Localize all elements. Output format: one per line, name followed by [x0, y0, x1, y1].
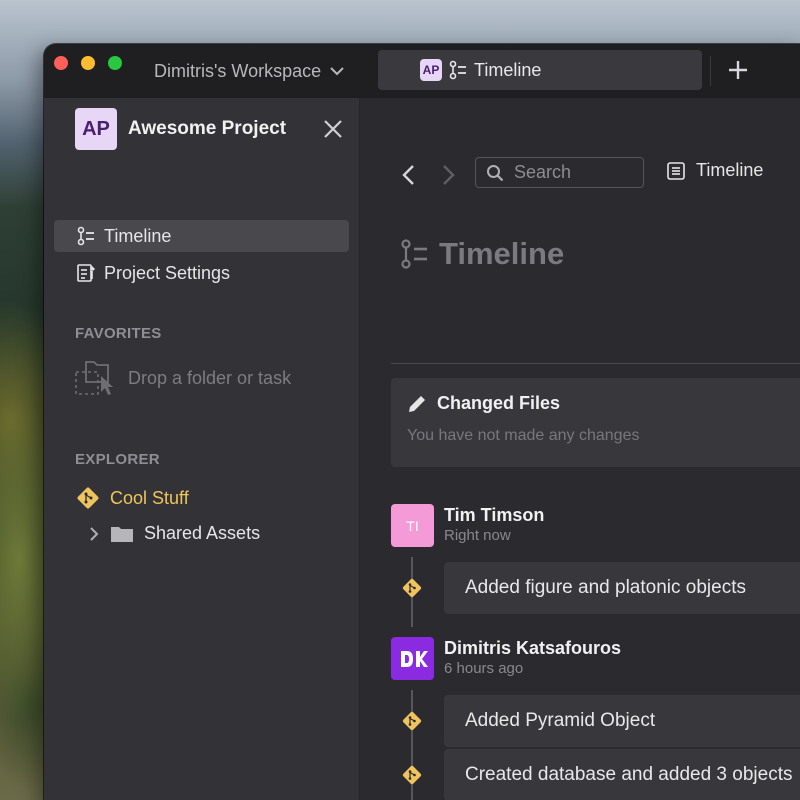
- document-icon: [667, 161, 685, 180]
- commit-diamond-icon: [402, 578, 422, 598]
- search-input[interactable]: Search: [475, 157, 644, 188]
- breadcrumb[interactable]: Timeline: [666, 160, 763, 181]
- branch-diamond-icon: [77, 487, 99, 509]
- commit-item[interactable]: Added Pyramid Object: [444, 695, 800, 747]
- close-window-button[interactable]: [54, 56, 68, 70]
- page-title: Timeline: [399, 236, 564, 272]
- folder-icon: [111, 526, 133, 542]
- sidebar-item-project-settings[interactable]: Project Settings: [54, 257, 349, 289]
- commit-message: Created database and added 3 objects: [465, 764, 793, 785]
- commit-diamond-icon: [402, 765, 422, 785]
- app-window: Dimitris's Workspace AP Timeline AP Awes…: [44, 44, 800, 800]
- explorer-item-label: Cool Stuff: [110, 487, 189, 508]
- commit-diamond-icon: [402, 711, 422, 731]
- forward-arrow-icon[interactable]: [438, 164, 458, 186]
- changed-files-card: Changed Files You have not made any chan…: [391, 378, 800, 467]
- settings-doc-icon: [77, 264, 95, 282]
- divider: [391, 363, 800, 364]
- avatar[interactable]: TI: [391, 504, 434, 547]
- commit-message: Added figure and platonic objects: [465, 577, 746, 598]
- tab-divider: [710, 56, 711, 86]
- explorer-item-label: Shared Assets: [144, 523, 261, 543]
- changed-files-title: Changed Files: [437, 393, 561, 413]
- tab-timeline[interactable]: AP Timeline: [378, 50, 702, 90]
- explorer-item-shared-assets[interactable]: Shared Assets: [88, 523, 260, 544]
- avatar-initials: TI: [406, 517, 419, 534]
- new-tab-plus-icon[interactable]: [726, 58, 750, 82]
- avatar[interactable]: DK: [391, 637, 434, 680]
- drop-hint-text: Drop a folder or task: [128, 367, 292, 388]
- drop-folder-icon: [75, 361, 113, 395]
- commit-item[interactable]: Added figure and platonic objects: [444, 562, 800, 614]
- maximize-window-button[interactable]: [108, 56, 122, 70]
- sidebar-item-label: Project Settings: [104, 262, 231, 283]
- back-arrow-icon[interactable]: [399, 164, 419, 186]
- project-badge-icon: AP: [420, 59, 442, 81]
- author-name: Tim Timson: [444, 505, 545, 525]
- workspace-name: Dimitris's Workspace: [154, 60, 322, 81]
- project-name: Awesome Project: [128, 118, 287, 139]
- minimize-window-button[interactable]: [81, 56, 95, 70]
- chevron-down-icon: [330, 67, 344, 76]
- sidebar-item-timeline[interactable]: Timeline: [54, 220, 349, 252]
- main-panel: Search Timeline Timeline Changed Files Y…: [361, 98, 800, 800]
- search-placeholder: Search: [514, 162, 572, 182]
- breadcrumb-label: Timeline: [696, 160, 764, 180]
- timestamp: 6 hours ago: [444, 660, 524, 677]
- dk-logo-icon: [400, 650, 428, 667]
- favorites-heading: FAVORITES: [75, 325, 162, 342]
- timeline-icon: [401, 239, 427, 269]
- explorer-item-cool-stuff[interactable]: Cool Stuff: [76, 486, 189, 510]
- workspace-switcher[interactable]: Dimitris's Workspace: [154, 59, 345, 83]
- tab-label: Timeline: [474, 59, 542, 80]
- explorer-heading: EXPLORER: [75, 451, 160, 468]
- timeline-icon: [77, 226, 94, 246]
- sidebar-item-label: Timeline: [104, 225, 172, 246]
- close-icon[interactable]: [322, 118, 344, 140]
- timestamp: Right now: [444, 527, 511, 544]
- changed-files-subtitle: You have not made any changes: [407, 427, 640, 444]
- pencil-icon: [409, 396, 425, 412]
- page-title-text: Timeline: [439, 236, 565, 271]
- project-avatar: AP: [75, 108, 117, 150]
- title-bar: Dimitris's Workspace AP Timeline: [44, 44, 800, 98]
- favorites-drop-zone[interactable]: Drop a folder or task: [74, 358, 291, 398]
- author-name: Dimitris Katsafouros: [444, 638, 622, 658]
- sidebar: AP Awesome Project Timeline Project Sett…: [44, 98, 360, 800]
- search-icon: [487, 164, 504, 181]
- chevron-right-icon[interactable]: [88, 526, 100, 542]
- commit-message: Added Pyramid Object: [465, 710, 656, 731]
- timeline-icon: [449, 60, 466, 80]
- commit-item[interactable]: Created database and added 3 objects: [444, 749, 800, 800]
